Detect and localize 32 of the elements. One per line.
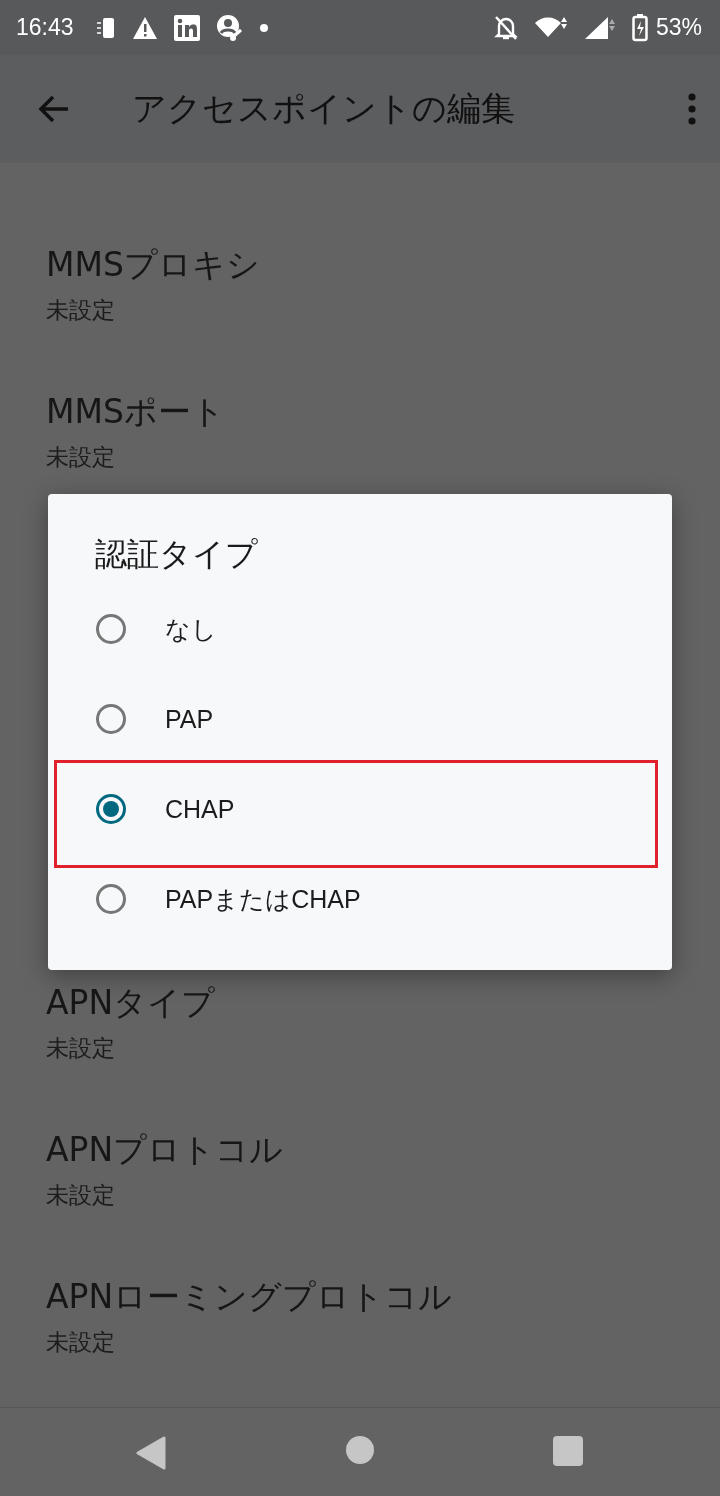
back-nav-button[interactable] (136, 1436, 166, 1470)
option-label[interactable]: PAPまたはCHAP (165, 882, 361, 916)
home-nav-button[interactable] (346, 1436, 374, 1464)
app-logo-icon (173, 14, 200, 41)
setting-title: APNタイプ (46, 982, 216, 1024)
setting-summary: 未設定 (46, 1181, 115, 1210)
setting-summary: 未設定 (46, 296, 115, 325)
option-label[interactable]: なし (165, 612, 217, 646)
radio-button[interactable] (96, 884, 126, 914)
setting-summary: 未設定 (46, 1328, 115, 1357)
setting-title: MMSポート (46, 391, 225, 433)
warning-icon (131, 15, 158, 40)
setting-summary: 未設定 (46, 1034, 115, 1063)
setting-title: MMSプロキシ (46, 244, 260, 286)
screen-title: アクセスポイントの編集 (132, 87, 516, 130)
dot-icon (259, 23, 268, 32)
setting-summary: 未設定 (46, 443, 115, 472)
bell-off-icon (493, 14, 518, 41)
person-key-icon (215, 13, 244, 42)
signal-icon (583, 14, 616, 41)
option-label[interactable]: CHAP (165, 794, 235, 824)
battery-percent: 53% (655, 14, 702, 41)
radio-button[interactable] (96, 704, 126, 734)
setting-title: APNローミングプロトコル (46, 1276, 453, 1318)
battery-icon (631, 13, 648, 42)
setting-title: APNプロトコル (46, 1129, 284, 1171)
radio-button[interactable] (96, 614, 126, 644)
phone-icon (95, 16, 116, 39)
option-label[interactable]: PAP (165, 704, 214, 734)
status-time: 16:43 (16, 14, 74, 41)
dialog-title: 認証タイプ (95, 534, 258, 575)
radio-button[interactable] (96, 794, 126, 824)
